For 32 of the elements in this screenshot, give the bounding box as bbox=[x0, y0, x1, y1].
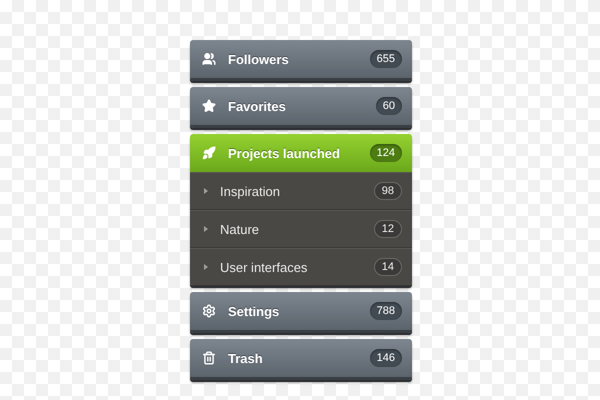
count-badge: 14 bbox=[374, 258, 402, 276]
trash-icon bbox=[202, 351, 216, 365]
menu-item[interactable]: Favorites 60 bbox=[190, 87, 412, 128]
count-badge: 146 bbox=[370, 349, 402, 367]
rocket-icon bbox=[202, 146, 216, 160]
menu-item[interactable]: Settings 788 bbox=[190, 292, 412, 333]
settings-icon bbox=[202, 304, 216, 318]
menu-item[interactable]: Trash 146 bbox=[190, 339, 412, 380]
caret-icon bbox=[204, 264, 208, 270]
count-badge: 655 bbox=[370, 50, 402, 68]
menu-label: Settings bbox=[228, 304, 280, 318]
star-icon bbox=[202, 99, 216, 113]
submenu-item[interactable]: User interfaces 14 bbox=[190, 248, 412, 286]
caret-icon bbox=[204, 188, 208, 194]
submenu-label: Nature bbox=[220, 222, 260, 236]
caret-icon bbox=[204, 226, 208, 232]
count-badge: 124 bbox=[370, 144, 402, 162]
count-badge: 98 bbox=[374, 182, 402, 200]
menu-item[interactable]: Followers 655 bbox=[190, 40, 412, 81]
submenu-item[interactable]: Nature 12 bbox=[190, 210, 412, 248]
count-badge: 788 bbox=[370, 302, 402, 320]
menu-item[interactable]: Projects launched 124 bbox=[190, 134, 412, 172]
menu-label: Trash bbox=[228, 350, 264, 366]
menu-label: Projects launched bbox=[228, 146, 341, 160]
count-badge: 60 bbox=[376, 97, 402, 115]
submenu-label: Inspiration bbox=[220, 184, 281, 198]
people-icon bbox=[202, 52, 216, 66]
submenu-item[interactable]: Inspiration 98 bbox=[190, 172, 412, 210]
menu-label: Favorites bbox=[228, 98, 287, 114]
menu-label: Followers bbox=[228, 52, 290, 66]
submenu-label: User interfaces bbox=[220, 260, 308, 274]
count-badge: 12 bbox=[374, 220, 402, 238]
